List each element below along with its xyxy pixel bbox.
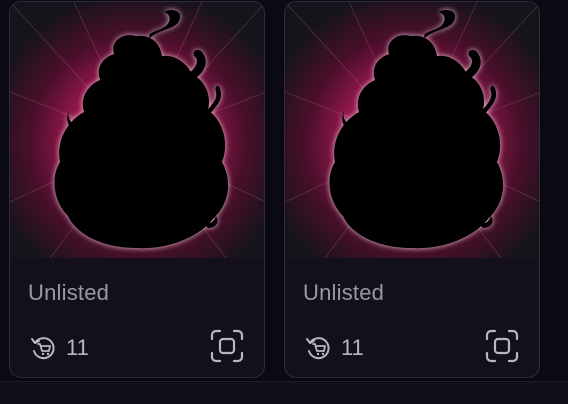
reload-count: 11 xyxy=(303,331,364,365)
fire-blob-artwork[interactable] xyxy=(10,2,265,258)
count-value: 11 xyxy=(341,335,364,360)
reload-cart-icon xyxy=(306,337,330,360)
listing-status: Unlisted xyxy=(28,280,110,305)
scan-icon[interactable] xyxy=(483,327,521,365)
scan-icon[interactable] xyxy=(208,327,246,365)
reload-count: 11 xyxy=(28,331,89,365)
listing-status: Unlisted xyxy=(303,280,385,305)
bottom-bar xyxy=(0,381,568,404)
nft-card[interactable]: Unlisted 11 xyxy=(9,1,265,378)
gallery-page: Unlisted 11 Unlisted 11 xyxy=(0,0,568,404)
nft-card[interactable]: Unlisted 11 xyxy=(284,1,540,378)
reload-cart-icon xyxy=(31,337,55,360)
count-value: 11 xyxy=(66,335,89,360)
fire-blob-artwork[interactable] xyxy=(285,2,540,258)
